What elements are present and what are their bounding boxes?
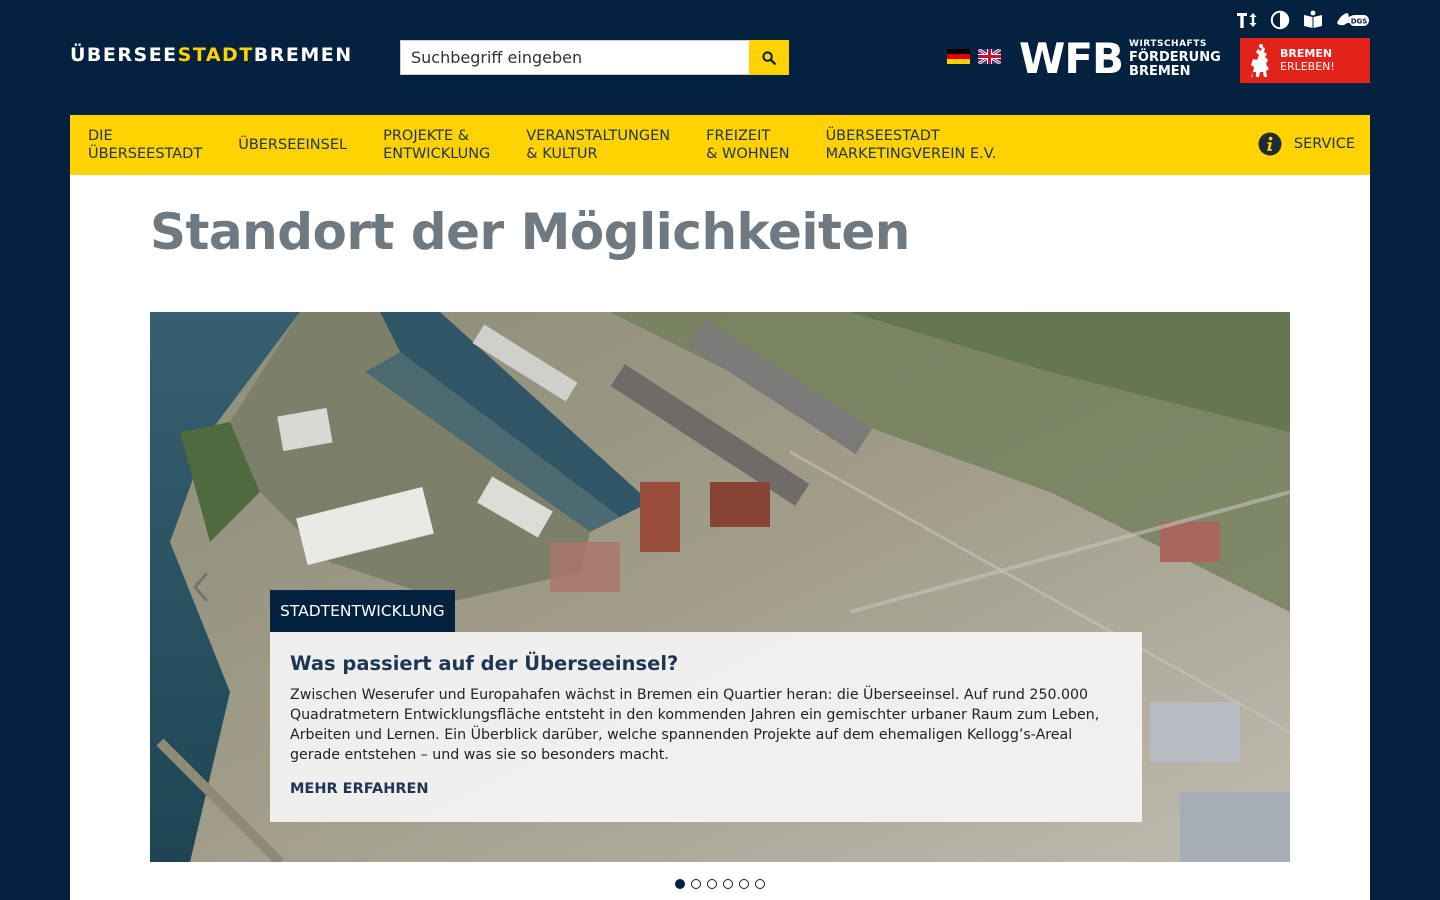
page-title: Standort der Möglichkeiten — [150, 203, 910, 261]
nav-item-ueberseeinsel[interactable]: ÜBERSEEINSEL — [238, 136, 347, 154]
bremen-line2: ERLEBEN! — [1280, 59, 1335, 73]
wfb-line1: WIRTSCHAFTS — [1129, 39, 1207, 49]
main-content: Standort der Möglichkeiten STADTENTWICKL… — [70, 175, 1370, 900]
text-size-icon[interactable] — [1236, 10, 1258, 30]
slider-dot[interactable] — [707, 879, 717, 889]
wfb-logo[interactable]: WFB WIRTSCHAFTS FÖRDERUNG BREMEN — [1019, 38, 1221, 80]
sign-language-label: DGS — [1351, 18, 1368, 26]
slider-dot[interactable] — [739, 879, 749, 889]
slide-teaser-card: Was passiert auf der Überseeinsel? Zwisc… — [270, 632, 1142, 822]
info-icon — [1258, 132, 1282, 156]
slider-pagination — [675, 879, 765, 889]
wfb-line2: FÖRDERUNG — [1129, 50, 1221, 65]
read-more-link[interactable]: MEHR ERFAHREN — [290, 781, 429, 797]
contrast-icon[interactable] — [1270, 10, 1290, 30]
slide-category-tag: STADTENTWICKLUNG — [270, 590, 455, 632]
search-bar — [400, 40, 789, 75]
slider-dot[interactable] — [755, 879, 765, 889]
bremen-line1: BREMEN — [1280, 47, 1333, 61]
slider-dot[interactable] — [675, 879, 685, 889]
nav-item-marketingverein[interactable]: ÜBERSEESTADT MARKETINGVEREIN E.V. — [826, 127, 997, 163]
sign-language-icon[interactable]: DGS — [1336, 10, 1370, 30]
slide-text: Zwischen Weserufer und Europahafen wächs… — [290, 687, 1100, 763]
site-logo[interactable]: ÜBERSEE STADT BREMEN — [70, 44, 353, 66]
logo-text-bremen: BREMEN — [253, 44, 353, 66]
service-menu[interactable]: SERVICE — [1258, 132, 1355, 156]
slide-heading: Was passiert auf der Überseeinsel? — [290, 652, 679, 675]
accessibility-toolbar: DGS — [1236, 10, 1370, 30]
main-navigation: DIE ÜBERSEESTADT ÜBERSEEINSEL PROJEKTE &… — [70, 115, 1370, 175]
hero-slider: STADTENTWICKLUNG Was passiert auf der Üb… — [150, 312, 1290, 862]
flag-de-icon[interactable] — [947, 49, 970, 64]
nav-item-veranstaltungen-kultur[interactable]: VERANSTALTUNGEN & KULTUR — [526, 127, 670, 163]
nav-item-freizeit-wohnen[interactable]: FREIZEIT & WOHNEN — [706, 127, 789, 163]
search-icon — [762, 50, 776, 65]
search-button[interactable] — [749, 40, 789, 75]
search-input[interactable] — [400, 40, 749, 75]
logo-text-stadt: STADT — [177, 44, 254, 66]
service-label: SERVICE — [1293, 136, 1355, 152]
slider-dot[interactable] — [691, 879, 701, 889]
slider-dot[interactable] — [723, 879, 733, 889]
wfb-logo-letters: WFB — [1019, 34, 1124, 83]
town-musicians-icon — [1251, 43, 1269, 77]
wfb-line3: BREMEN — [1129, 64, 1191, 79]
logo-text-uebersee: ÜBERSEE — [70, 44, 178, 66]
flag-en-icon[interactable] — [978, 49, 1001, 64]
bremen-erleben-logo[interactable]: BREMEN ERLEBEN! — [1240, 38, 1370, 83]
language-switcher — [947, 49, 1001, 64]
bremen-erleben-text: BREMEN ERLEBEN! — [1280, 48, 1335, 72]
nav-item-projekte-entwicklung[interactable]: PROJEKTE & ENTWICKLUNG — [383, 127, 490, 163]
nav-item-die-ueberseestadt[interactable]: DIE ÜBERSEESTADT — [88, 127, 202, 163]
slider-prev-arrow[interactable] — [190, 567, 214, 607]
easy-language-icon[interactable] — [1302, 10, 1324, 30]
wfb-logo-subtitle: WIRTSCHAFTS FÖRDERUNG BREMEN — [1129, 39, 1221, 79]
